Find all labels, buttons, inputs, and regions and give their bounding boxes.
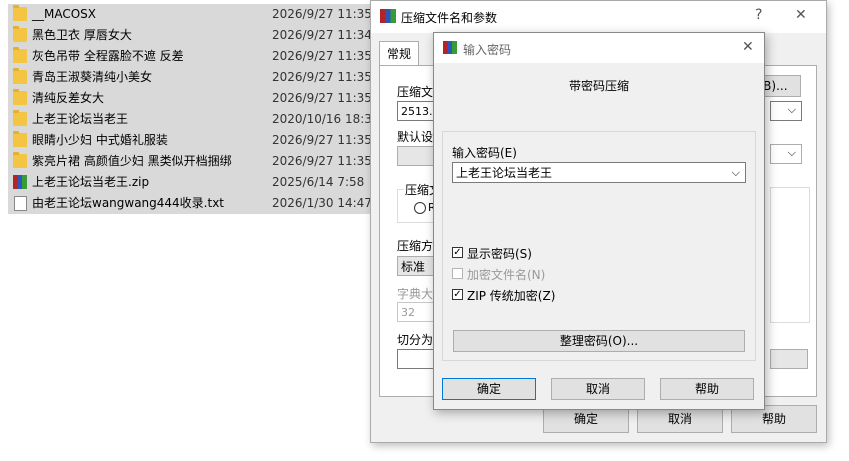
split-volumes-label: 切分为 <box>397 333 434 347</box>
help-icon[interactable]: ? <box>755 7 762 23</box>
password-input[interactable]: 上老王论坛当老王 ⌵ <box>452 162 746 183</box>
close-icon[interactable]: ✕ <box>795 7 807 23</box>
enter-password-dialog: 输入密码 ✕ 带密码压缩 输入密码(E) 上老王论坛当老王 ⌵ ✓ 显示密码(S… <box>433 32 765 410</box>
profiles-button[interactable] <box>397 146 437 166</box>
compression-method-label: 压缩方 <box>397 239 434 253</box>
file-name: 紫亮片裙 高颜值少妇 黑类似开档捆绑 <box>32 154 232 168</box>
file-date: 2026/9/27 11:34 <box>272 28 372 42</box>
file-row[interactable]: 清纯反差女大 2026/9/27 11:35 <box>8 88 372 109</box>
title-bar: 输入密码 ✕ <box>434 33 764 63</box>
file-date: 2026/9/27 11:35 <box>272 91 372 105</box>
file-row[interactable]: 上老王论坛当老王 2020/10/16 18:39 <box>8 109 380 130</box>
file-name: 青岛王淑葵清纯小美女 <box>32 70 153 84</box>
dictionary-size-label: 字典大 <box>397 287 434 301</box>
file-row[interactable]: 灰色吊带 全程露脸不遮 反差 2026/9/27 11:35 <box>8 46 372 67</box>
folder-icon <box>13 47 27 63</box>
dictionary-size-select[interactable]: 32 <box>397 302 437 322</box>
zip-legacy-checkbox[interactable]: ✓ <box>452 289 463 300</box>
set-password-button[interactable] <box>770 349 808 369</box>
text-file-icon <box>14 196 27 211</box>
file-date: 2026/9/27 11:35 <box>272 133 372 147</box>
file-name: 上老王论坛当老王.zip <box>32 175 150 189</box>
pw-help-button[interactable]: 帮助 <box>660 378 754 400</box>
pw-cancel-button[interactable]: 取消 <box>551 378 645 400</box>
show-password-checkbox[interactable]: ✓ <box>452 247 463 258</box>
organize-passwords-button[interactable]: 整理密码(O)... <box>453 330 745 352</box>
chevron-down-icon: ⌵ <box>787 146 796 159</box>
file-date: 2020/10/16 18:39 <box>272 112 380 126</box>
folder-icon <box>13 131 27 147</box>
archive-name-label: 压缩文 <box>397 85 434 99</box>
zip-legacy-label: ZIP 传统加密(Z) <box>467 289 556 303</box>
folder-icon <box>13 68 27 84</box>
file-row[interactable]: 青岛王淑葵清纯小美女 2026/9/27 11:35 <box>8 67 372 88</box>
file-row[interactable]: __MACOSX 2026/9/27 11:35 <box>8 4 372 25</box>
dialog-title: 压缩文件名和参数 <box>401 11 498 25</box>
file-name: 由老王论坛wangwang444收录.txt <box>32 196 225 210</box>
zip-archive-icon <box>13 175 27 189</box>
winrar-icon <box>443 41 457 54</box>
encrypt-filenames-checkbox[interactable] <box>452 268 463 279</box>
folder-icon <box>13 5 27 21</box>
dialog-title: 输入密码 <box>463 43 512 57</box>
file-date: 2026/9/27 11:35 <box>272 7 372 21</box>
file-name: __MACOSX <box>32 7 97 21</box>
file-name: 灰色吊带 全程露脸不遮 反差 <box>32 49 184 63</box>
file-date: 2026/1/30 14:47 <box>272 196 372 210</box>
title-bar: 压缩文件名和参数 ? ✕ <box>371 1 826 33</box>
show-password-label: 显示密码(S) <box>467 247 532 261</box>
folder-icon <box>13 152 27 168</box>
file-row[interactable]: 黑色卫衣 厚唇女大 2026/9/27 11:34 <box>8 25 372 46</box>
split-volumes-field[interactable] <box>397 349 437 369</box>
folder-icon <box>13 110 27 126</box>
folder-icon <box>13 26 27 42</box>
file-name: 上老王论坛当老王 <box>32 112 129 126</box>
close-icon[interactable]: ✕ <box>742 39 754 55</box>
chevron-down-icon[interactable]: ⌵ <box>732 163 740 183</box>
file-name: 黑色卫衣 厚唇女大 <box>32 28 132 42</box>
file-row[interactable]: 眼睛小少妇 中式婚礼服装 2026/9/27 11:35 <box>8 130 372 151</box>
chevron-down-icon: ⌵ <box>787 103 796 116</box>
update-mode-dropdown[interactable]: ⌵ <box>770 144 802 164</box>
password-value: 上老王论坛当老王 <box>456 166 553 180</box>
file-row[interactable]: 上老王论坛当老王.zip 2025/6/14 7:58 <box>8 172 370 193</box>
winrar-icon <box>380 9 396 23</box>
options-group <box>770 187 810 323</box>
file-list: __MACOSX 2026/9/27 11:35 黑色卫衣 厚唇女大 2026/9/… <box>8 4 380 214</box>
compression-method-select[interactable]: 标准 <box>397 256 437 276</box>
pw-heading: 带密码压缩 <box>568 79 629 93</box>
format-radio[interactable] <box>414 202 426 214</box>
tab-general[interactable]: 常规 <box>379 41 420 66</box>
folder-icon <box>13 89 27 105</box>
default-profile-label: 默认设 <box>397 130 434 144</box>
file-date: 2026/9/27 11:35 <box>272 70 372 84</box>
file-name: 眼睛小少妇 中式婚礼服装 <box>32 133 168 147</box>
password-label: 输入密码(E) <box>452 146 517 160</box>
file-date: 2025/6/14 7:58 <box>272 175 365 189</box>
file-date: 2026/9/27 11:35 <box>272 49 372 63</box>
pw-ok-button[interactable]: 确定 <box>442 378 536 400</box>
file-row[interactable]: 由老王论坛wangwang444收录.txt 2026/1/30 14:47 <box>8 193 372 214</box>
file-date: 2026/9/27 11:35 <box>272 154 372 168</box>
archive-name-dropdown[interactable]: ⌵ <box>770 101 802 121</box>
encrypt-filenames-label: 加密文件名(N) <box>467 268 546 282</box>
file-name: 清纯反差女大 <box>32 91 105 105</box>
file-row[interactable]: 紫亮片裙 高颜值少妇 黑类似开档捆绑 2026/9/27 11:35 <box>8 151 372 172</box>
